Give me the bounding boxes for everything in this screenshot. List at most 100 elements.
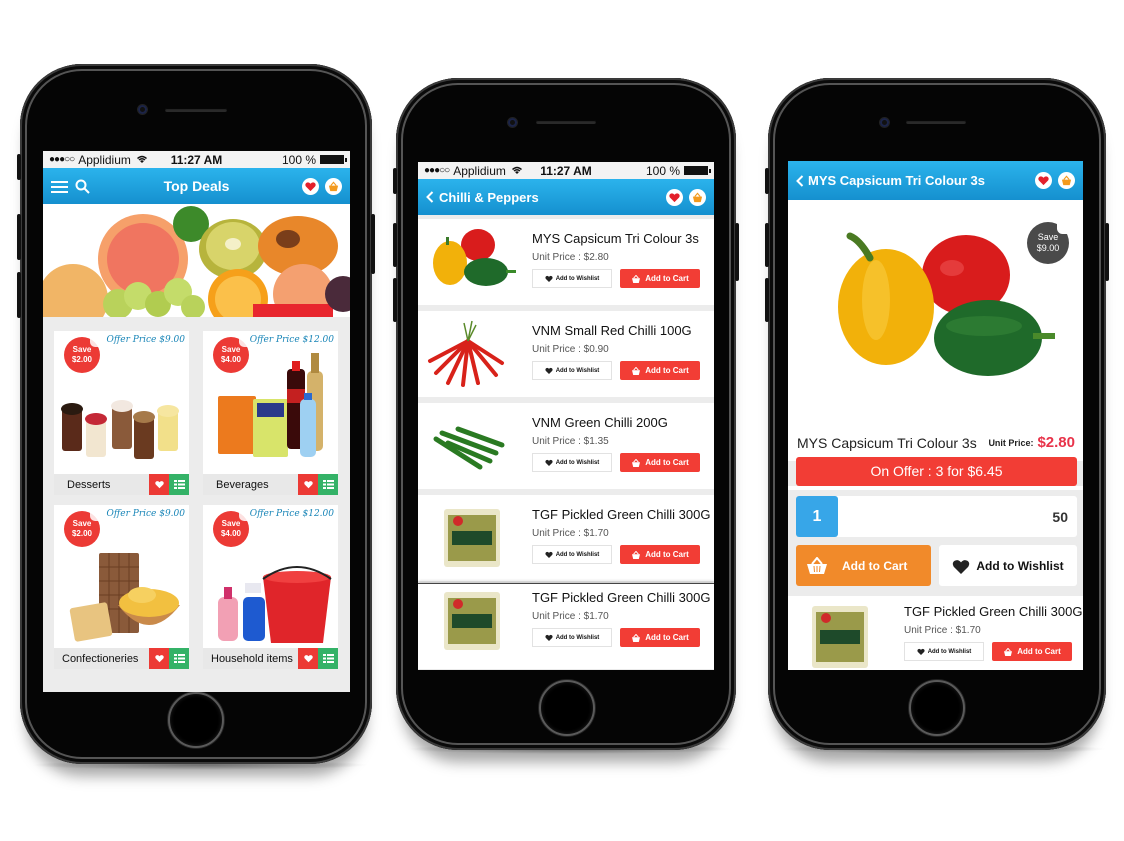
heart-icon [545,634,553,641]
unit-price: Unit Price : $1.70 [904,625,981,636]
add-to-cart-button[interactable]: Add to Cart [992,642,1072,661]
mute-switch [765,168,769,194]
back-button[interactable] [796,174,804,187]
wishlist-button[interactable] [149,648,169,669]
phone-product-detail: MYS Capsicum Tri Colour 3s Save $9.00 MY… [765,78,1109,750]
product-name: MYS Capsicum Tri Colour 3s [797,434,977,451]
status-bar: ●●●○○ Applidium 11:27 AM 100 % [418,162,714,179]
front-camera [880,118,889,127]
deal-tile-beverages[interactable]: Offer Price $12.00 Save $4.00 Beverages [203,331,338,495]
basket-icon [632,550,641,559]
chevron-left-icon [796,174,804,187]
heart-icon [303,481,313,489]
quantity-value[interactable]: 1 [796,496,838,537]
add-to-wishlist-button[interactable]: Add to Wishlist [904,642,984,661]
page-title: Chilli & Peppers [439,189,539,205]
add-to-wishlist-button[interactable]: Add to Wishlist [532,453,612,472]
view-list-button[interactable] [318,648,338,669]
back-button[interactable] [426,191,434,203]
heart-icon [303,655,313,663]
earpiece-speaker [536,120,596,124]
wifi-icon [511,165,523,177]
pickled-chilli-thumbnail [444,509,500,567]
product-name: VNM Small Red Chilli 100G [532,323,692,338]
volume-down-button [17,272,21,318]
earpiece-speaker [165,108,227,112]
unit-price: $2.80 [1037,434,1075,451]
deal-tile-confectioneries[interactable]: Offer Price $9.00 Save $2.00 Confectioner… [54,505,189,669]
quantity-max: 50 [1052,508,1068,525]
product-name: TGF Pickled Green Chilli 300G [532,590,711,605]
cart-basket-icon[interactable] [325,177,342,195]
product-name: TGF Pickled Green Chilli 300G [532,507,711,522]
cart-basket-icon[interactable] [1058,172,1075,189]
hamburger-menu-icon[interactable] [51,180,68,193]
add-to-cart-button[interactable]: Add to Cart [796,545,931,586]
chevron-left-icon [426,191,434,203]
product-row[interactable]: VNM Small Red Chilli 100G Unit Price : $… [418,311,714,397]
heart-icon [545,275,553,282]
view-list-button[interactable] [169,474,189,495]
add-to-wishlist-button[interactable]: Add to Wishlist [532,269,612,288]
nav-bar: MYS Capsicum Tri Colour 3s [788,161,1083,200]
add-to-cart-button[interactable]: Add to Cart [620,628,700,647]
tile-name: Household items [211,652,293,665]
view-list-button[interactable] [169,648,189,669]
product-row[interactable]: TGF Pickled Green Chilli 300G Unit Price… [418,583,714,669]
unit-price: Unit Price : $0.90 [532,344,609,355]
wishlist-button[interactable] [149,474,169,495]
add-to-cart-button[interactable]: Add to Cart [620,453,700,472]
clock: 11:27 AM [170,152,223,167]
wishlist-heart-icon[interactable] [302,177,319,195]
related-product-row[interactable]: TGF Pickled Green Chilli 300G Unit Price… [788,596,1083,670]
power-button [735,223,739,281]
deal-tiles-grid: Offer Price $9.00 Save $2.00 Desserts Of… [43,317,350,669]
wishlist-button[interactable] [298,648,318,669]
heart-icon [545,459,553,466]
product-name: TGF Pickled Green Chilli 300G [904,604,1083,619]
product-row[interactable]: TGF Pickled Green Chilli 300G Unit Price… [418,495,714,581]
add-to-wishlist-button[interactable]: Add to Wishlist [939,545,1077,586]
product-row[interactable]: VNM Green Chilli 200G Unit Price : $1.35… [418,403,714,489]
add-to-cart-button[interactable]: Add to Cart [620,545,700,564]
phone-top-deals: ●●●○○ Applidium 11:27 AM 100 % Top Deals [17,64,375,764]
wishlist-button[interactable] [298,474,318,495]
product-row[interactable]: MYS Capsicum Tri Colour 3s Unit Price : … [418,219,714,305]
carrier-name: Applidium [453,163,506,178]
quantity-selector[interactable]: 1 50 [796,496,1077,537]
mute-switch [17,154,21,180]
list-grid-icon [173,654,185,663]
hero-banner-fruits[interactable] [43,204,350,317]
unit-price: Unit Price : $2.80 [532,252,609,263]
deal-tile-desserts[interactable]: Offer Price $9.00 Save $2.00 Desserts [54,331,189,495]
tile-name: Confectioneries [62,652,139,665]
save-badge: Save $2.00 [64,337,100,373]
earpiece-speaker [906,120,966,124]
add-to-cart-button[interactable]: Add to Cart [620,361,700,380]
deal-tile-household[interactable]: Offer Price $12.00 Save $4.00 Household i… [203,505,338,669]
search-icon[interactable] [75,179,90,194]
cart-basket-icon[interactable] [689,188,706,206]
list-grid-icon [322,654,334,663]
basket-icon [632,366,641,375]
save-badge: Save $9.00 [1027,222,1069,264]
unit-price: Unit Price : $1.35 [532,436,609,447]
wifi-icon [136,154,148,166]
add-to-cart-button[interactable]: Add to Cart [620,269,700,288]
fruit-banner-image [43,204,350,317]
home-button[interactable] [168,692,224,748]
home-button[interactable] [909,680,965,736]
view-list-button[interactable] [318,474,338,495]
save-badge: Save $2.00 [64,511,100,547]
heart-icon [917,648,925,655]
home-button[interactable] [539,680,595,736]
power-button [1105,223,1109,281]
wishlist-heart-icon[interactable] [666,188,683,206]
add-to-wishlist-button[interactable]: Add to Wishlist [532,628,612,647]
add-to-wishlist-button[interactable]: Add to Wishlist [532,361,612,380]
heart-icon [154,655,164,663]
unit-price: Unit Price : $1.70 [532,528,609,539]
product-image[interactable]: Save $9.00 [788,200,1083,428]
wishlist-heart-icon[interactable] [1035,172,1052,189]
add-to-wishlist-button[interactable]: Add to Wishlist [532,545,612,564]
